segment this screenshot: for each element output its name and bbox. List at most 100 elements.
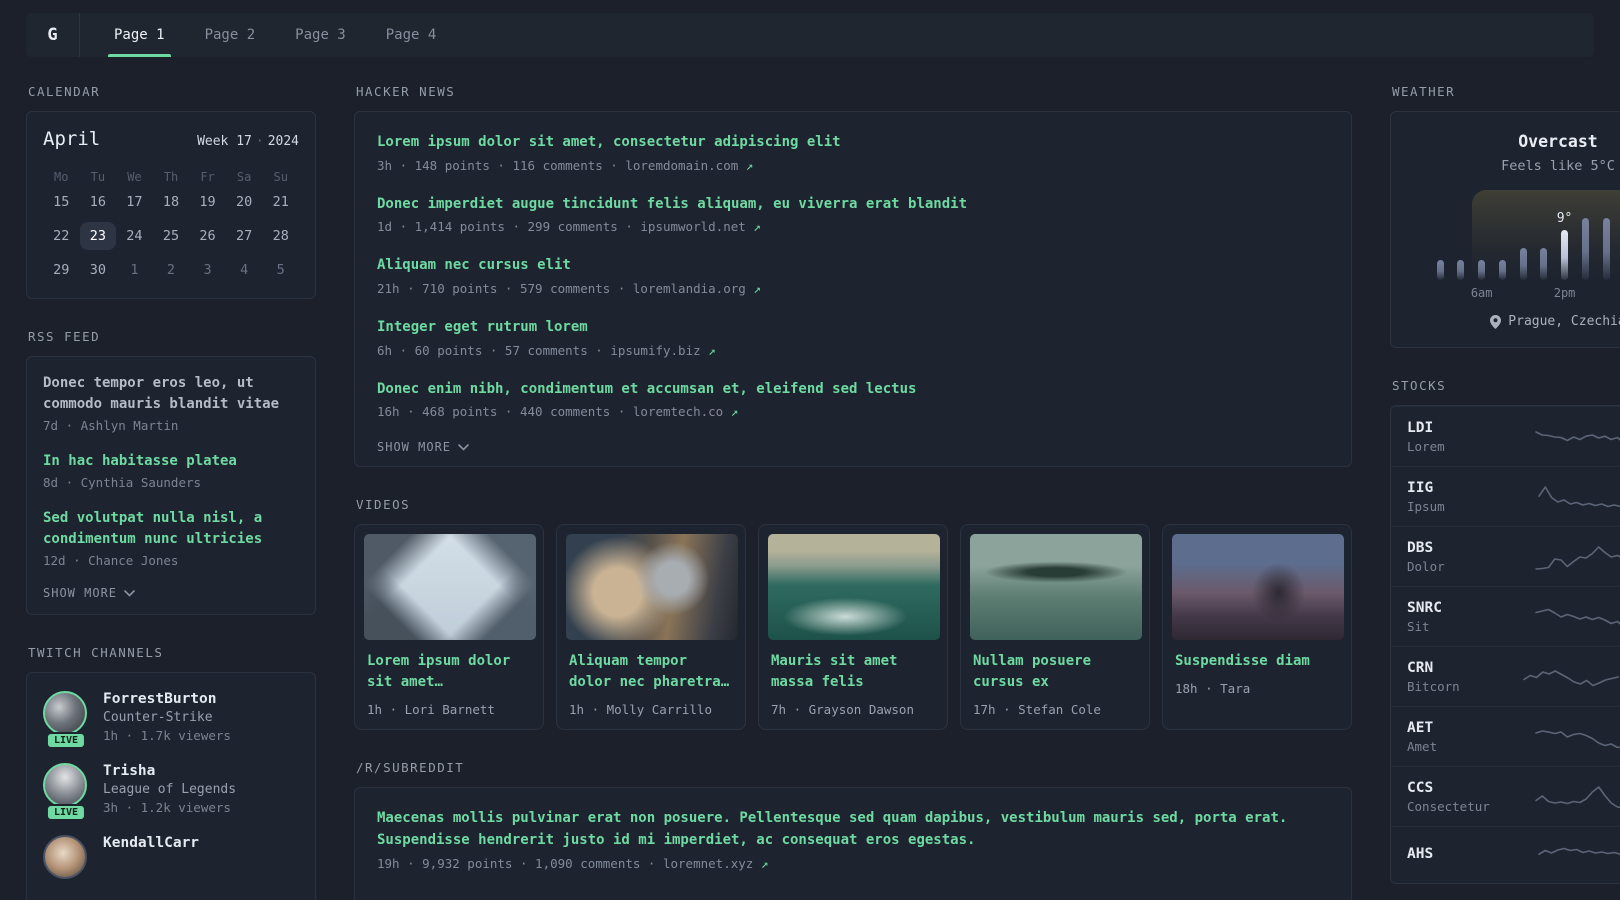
twitch-channel-game: Counter-Strike [103, 710, 213, 725]
stock-name: Consectetur [1407, 798, 1490, 814]
hackernews-item-title[interactable]: Donec imperdiet augue tincidunt felis al… [377, 194, 1329, 216]
location-pin-icon [1490, 314, 1502, 329]
calendar-day[interactable]: 18 [153, 188, 190, 216]
stock-row[interactable]: AET Amet +0.92% $499.72 [1391, 706, 1620, 766]
weather-temp-bar [1478, 260, 1486, 280]
weather-hour-label: 2pm [1553, 286, 1576, 300]
twitch-channel-row[interactable]: LIVE Trisha League of Legends 3h · 1.2k … [43, 763, 299, 821]
calendar-day[interactable]: 2 [153, 256, 190, 284]
calendar-day[interactable]: 5 [262, 256, 299, 284]
hackernews-item-title[interactable]: Aliquam nec cursus elit [377, 255, 1329, 277]
videos-row: Lorem ipsum dolor sit amet consectetu… 1… [354, 524, 1352, 731]
page-tab[interactable]: Page 1 [102, 13, 177, 57]
calendar-day[interactable]: 3 [189, 256, 226, 284]
video-title[interactable]: Lorem ipsum dolor sit amet consectetu… [367, 651, 531, 693]
video-title[interactable]: Suspendisse diam [1175, 651, 1339, 672]
subreddit-post-stats: 19h · 9,932 points · 1,090 comments · [377, 855, 656, 871]
stock-row[interactable]: CCS Consectetur +0.51% $165.84 [1391, 766, 1620, 826]
video-meta: 1h · Lori Barnett [367, 702, 495, 718]
main-column: HACKER NEWS Lorem ipsum dolor sit amet, … [354, 84, 1352, 900]
page-tab[interactable]: Page 4 [374, 13, 449, 57]
twitch-channel-row[interactable]: KendallCarr [43, 835, 299, 879]
subreddit-post-domain[interactable]: loremnet.xyz [663, 856, 753, 871]
calendar-day[interactable]: 21 [262, 188, 299, 216]
subreddit-post-title[interactable]: Maecenas mollis pulvinar erat non posuer… [377, 808, 1329, 851]
calendar-day[interactable]: 20 [226, 188, 263, 216]
hackernews-item-domain[interactable]: ipsumworld.net [640, 219, 745, 234]
video-thumbnail[interactable] [1172, 534, 1344, 641]
calendar-day[interactable]: 19 [189, 188, 226, 216]
video-title[interactable]: Mauris sit amet massa felis [771, 651, 935, 693]
stock-symbol: CRN [1407, 659, 1434, 676]
twitch-avatar-wrap [43, 835, 89, 879]
calendar-day[interactable]: 22 [43, 222, 80, 250]
video-title[interactable]: Nullam posuere cursus ex [973, 651, 1137, 693]
app-logo[interactable]: G [26, 13, 80, 57]
subreddit-card: Maecenas mollis pulvinar erat non posuer… [354, 787, 1352, 900]
right-column: WEATHER Overcast Feels like 5°C 6am 9° 2… [1390, 84, 1620, 900]
hackernews-item-domain[interactable]: loremtech.co [633, 404, 723, 419]
rss-item-title[interactable]: Sed volutpat nulla nisl, a condimentum n… [43, 508, 299, 550]
stock-id: DBS Dolor [1407, 540, 1511, 574]
stock-row[interactable]: LDI Lorem +4.35% $795.18 [1391, 406, 1620, 466]
video-meta: 17h · Stefan Cole [973, 702, 1101, 718]
hackernews-item-domain[interactable]: loremdomain.com [625, 158, 738, 173]
calendar-day[interactable]: 4 [226, 256, 263, 284]
stock-symbol: DBS [1407, 539, 1434, 556]
calendar-day[interactable]: 27 [226, 222, 263, 250]
subreddit-post-meta: 19h · 9,932 points · 1,090 comments · lo… [377, 856, 1329, 871]
twitch-channel-game: League of Legends [103, 782, 237, 797]
hackernews-item-meta: 6h · 60 points · 57 comments · ipsumify.… [377, 343, 1329, 358]
stock-row[interactable]: IIG Ipsum +2.84% $42.04 [1391, 466, 1620, 526]
weather-condition: Overcast [1518, 132, 1598, 151]
calendar-day[interactable]: 16 [80, 188, 117, 216]
page-tab[interactable]: Page 2 [193, 13, 268, 57]
weather-location[interactable]: Prague, Czechia [1413, 314, 1620, 329]
calendar-day[interactable]: 29 [43, 256, 80, 284]
hackernews-item-title[interactable]: Integer eget rutrum lorem [377, 317, 1329, 339]
weather-hour-cell: 6am [1471, 188, 1493, 302]
calendar-day[interactable]: 23 [79, 222, 117, 250]
video-thumbnail[interactable] [970, 534, 1142, 641]
dashboard-grid: CALENDAR April Week 17 · 2024 Mo Tu We Th Fr Sa… [26, 84, 1620, 900]
calendar-day[interactable]: 26 [189, 222, 226, 250]
weather-hour-cell [1450, 188, 1470, 302]
video-thumbnail[interactable] [566, 534, 738, 641]
calendar-day[interactable]: 25 [153, 222, 190, 250]
calendar-day[interactable]: 24 [116, 222, 153, 250]
twitch-channel-list: LIVE ForrestBurton Counter-Strike 1h · 1… [43, 691, 299, 879]
video-thumbnail[interactable] [768, 534, 940, 641]
video-thumbnail[interactable] [364, 534, 536, 641]
stock-row[interactable]: DBS Dolor +1.42% $156.28 [1391, 526, 1620, 586]
twitch-channel-name[interactable]: KendallCarr [103, 835, 199, 851]
hackernews-item-domain[interactable]: ipsumify.biz [610, 343, 700, 358]
stock-row[interactable]: SNRC Sit +1.36% $148.64 [1391, 586, 1620, 646]
calendar-day[interactable]: 1 [116, 256, 153, 284]
page-tab[interactable]: Page 3 [283, 13, 358, 57]
twitch-channel-name[interactable]: ForrestBurton [103, 691, 231, 707]
calendar-day[interactable]: 15 [43, 188, 80, 216]
rss-item-title[interactable]: Donec tempor eros leo, ut commodo mauris… [43, 373, 299, 415]
calendar-day[interactable]: 30 [80, 256, 117, 284]
calendar-weekday: Fr [200, 170, 215, 184]
hackernews-show-more-button[interactable]: SHOW MORE [377, 440, 1329, 454]
twitch-channel-name[interactable]: Trisha [103, 763, 236, 779]
hackernews-item-title[interactable]: Lorem ipsum dolor sit amet, consectetur … [377, 132, 1329, 154]
video-title[interactable]: Aliquam tempor dolor nec pharetra… [569, 651, 733, 693]
hackernews-item-title[interactable]: Donec enim nibh, condimentum et accumsan… [377, 379, 1329, 401]
weather-hour-cell [1616, 188, 1620, 302]
rss-show-more-button[interactable]: SHOW MORE [43, 586, 299, 600]
stock-row[interactable]: AHS +0.46% [1391, 826, 1620, 883]
weather-hour-cell [1493, 188, 1513, 302]
page-tab-label: Page 4 [385, 27, 437, 43]
rss-section: RSS FEED Donec tempor eros leo, ut commo… [26, 329, 316, 615]
calendar-day[interactable]: 17 [116, 188, 153, 216]
calendar-day[interactable]: 28 [262, 222, 299, 250]
stock-row[interactable]: CRN Bitcorn -1.00% $66,171.48 [1391, 646, 1620, 706]
twitch-channel-row[interactable]: LIVE ForrestBurton Counter-Strike 1h · 1… [43, 691, 299, 749]
rss-item-title[interactable]: In hac habitasse platea [43, 451, 299, 472]
weather-current-temp: 9° [1556, 211, 1573, 226]
hackernews-item-domain[interactable]: loremlandia.org [633, 281, 746, 296]
twitch-avatar-wrap: LIVE [43, 763, 89, 821]
video-card: Nullam posuere cursus ex 17h · Stefan Co… [960, 524, 1150, 731]
